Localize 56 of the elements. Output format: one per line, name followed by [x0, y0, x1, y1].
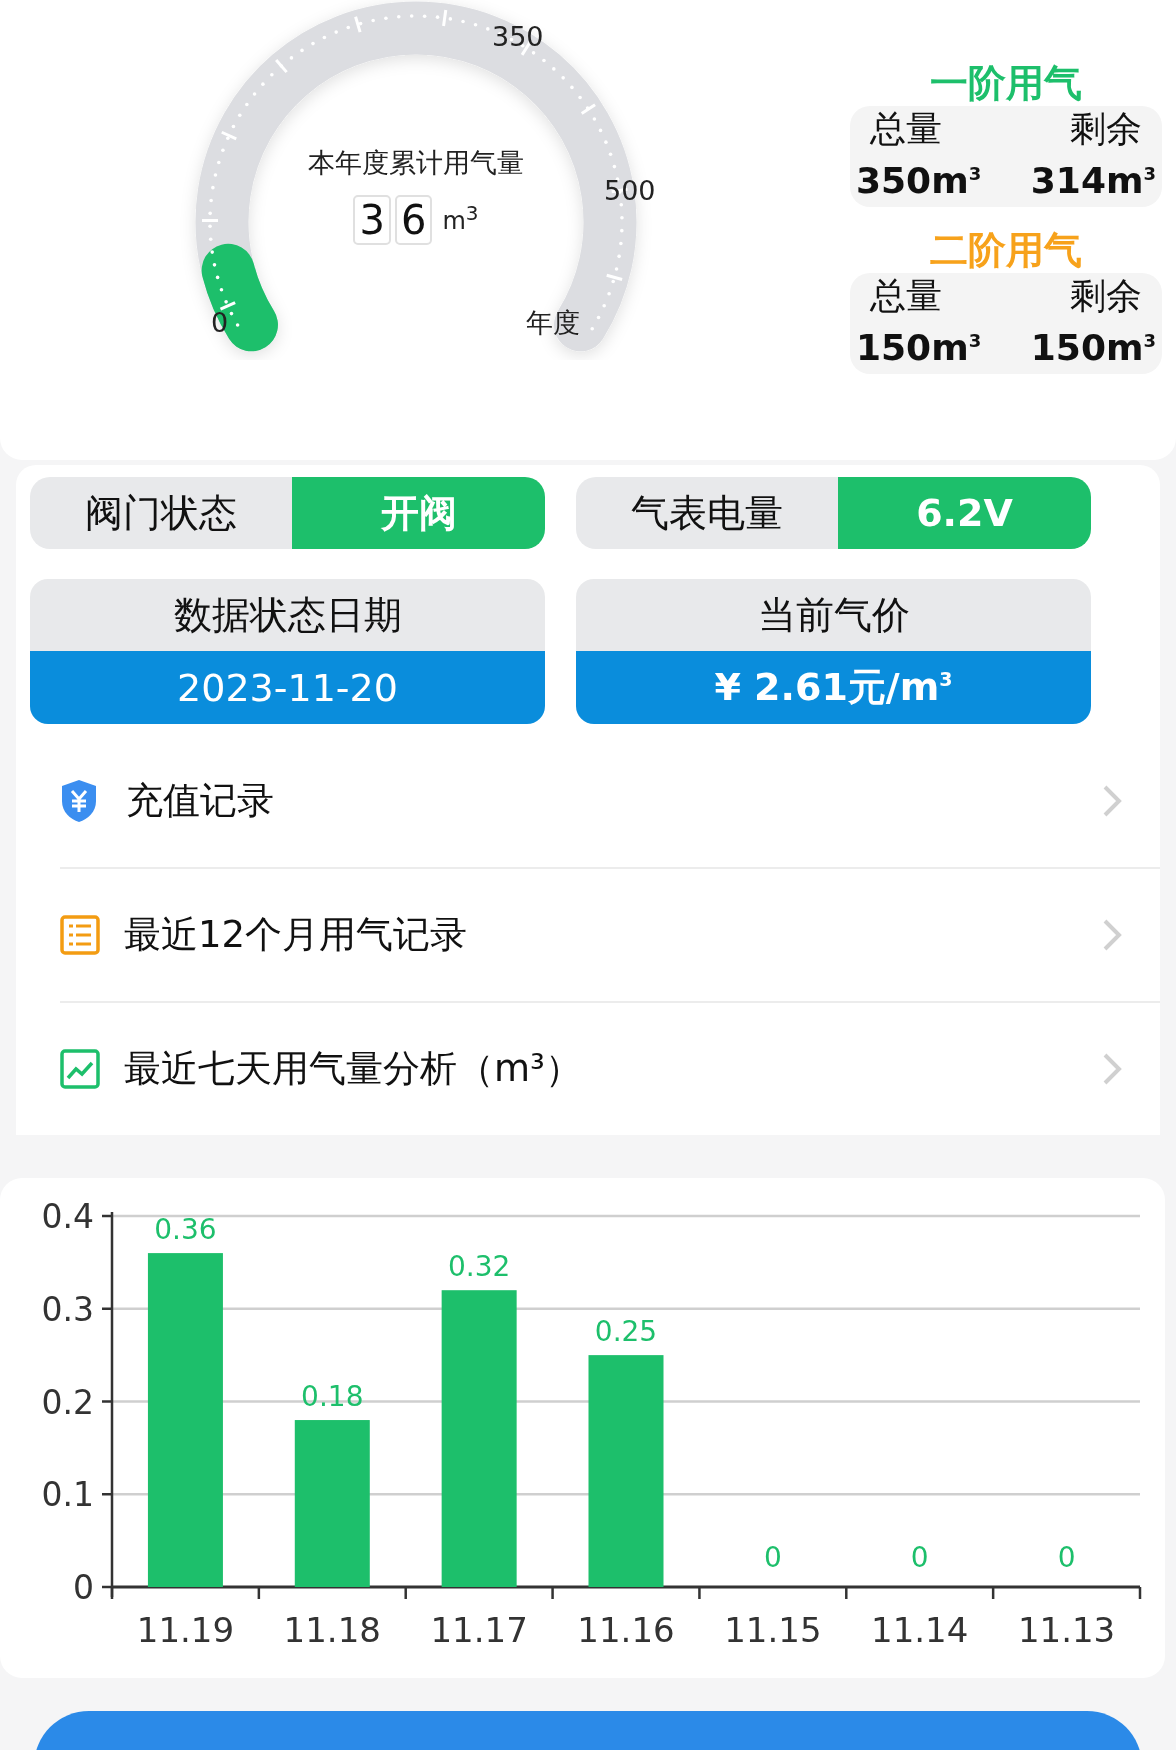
y-axis-label: 0.4	[41, 1197, 94, 1236]
menu-item[interactable]: 最近七天用气量分析（m³）	[60, 1001, 1160, 1135]
tier-title: 二阶用气	[929, 227, 1083, 273]
bar-value-label: 0.36	[154, 1213, 217, 1247]
y-axis-label: 0.1	[41, 1475, 94, 1515]
menu-item[interactable]: 最近12个月用气记录	[60, 867, 1160, 1001]
total-value: 350m$^{3}$	[856, 159, 982, 203]
chevron-right-icon	[1102, 784, 1122, 818]
menu-item[interactable]: 充值记录	[60, 735, 1160, 867]
gauge-scale-label: 350	[492, 21, 544, 52]
bar-value-label: 0.32	[447, 1250, 511, 1284]
yuan-shield-icon	[60, 779, 98, 823]
bar-value-label: 0	[1057, 1541, 1076, 1574]
menu-item-label: 充值记录	[126, 778, 275, 824]
list-icon	[60, 915, 100, 955]
y-axis-label: 0	[73, 1568, 94, 1607]
bar-value-label: 0.18	[301, 1380, 364, 1414]
bar-value-label: 0	[910, 1541, 929, 1574]
x-axis-label: 11.15	[724, 1610, 822, 1650]
status-value: ¥ 2.61元/m$^{3}$	[576, 651, 1091, 724]
bar-value-label: 0.25	[594, 1315, 658, 1349]
status-value: 开阀	[292, 477, 545, 549]
bar-value-label: 0	[763, 1541, 782, 1574]
remaining-label: 剩余	[1069, 274, 1143, 318]
status-value: 6.2V	[838, 477, 1091, 549]
menu-item-label: 最近七天用气量分析（m³）	[124, 1046, 583, 1092]
gauge-scale-label: 500	[604, 175, 656, 206]
remaining-label: 剩余	[1069, 107, 1143, 151]
menu-item-label: 最近12个月用气记录	[124, 912, 469, 958]
status-label: 数据状态日期	[30, 579, 545, 651]
chevron-right-icon	[1102, 1052, 1122, 1086]
x-axis-label: 11.18	[283, 1610, 381, 1650]
reading-digit: 3	[353, 195, 391, 245]
y-axis-label: 0.3	[41, 1289, 94, 1329]
status-label: 阀门状态	[30, 477, 292, 549]
remaining-value: 150m$^{3}$	[1030, 326, 1156, 370]
x-axis-label: 11.16	[577, 1610, 675, 1650]
x-axis-label: 11.14	[871, 1610, 969, 1650]
y-axis-label: 0.2	[41, 1382, 94, 1422]
chevron-right-icon	[1102, 918, 1122, 952]
x-axis-label: 11.19	[136, 1610, 235, 1650]
status-value: 2023-11-20	[30, 651, 545, 724]
total-label: 总量	[869, 107, 943, 151]
total-label: 总量	[869, 274, 943, 318]
reading-digit: 6	[394, 195, 433, 245]
status-label: 当前气价	[576, 579, 1091, 651]
x-axis-label: 11.17	[430, 1610, 528, 1650]
gauge-title: 本年度累计用气量	[308, 146, 524, 180]
line-chart-icon	[60, 1049, 100, 1089]
total-value: 150m$^{3}$	[856, 326, 982, 370]
gauge-scale-label: 年度	[526, 307, 580, 338]
status-label: 气表电量	[576, 477, 838, 549]
remaining-value: 314m$^{3}$	[1030, 159, 1156, 203]
x-axis-label: 11.13	[1017, 1610, 1116, 1650]
reading-unit: m$^{3}$	[442, 201, 479, 235]
tier-title: 一阶用气	[929, 60, 1083, 106]
